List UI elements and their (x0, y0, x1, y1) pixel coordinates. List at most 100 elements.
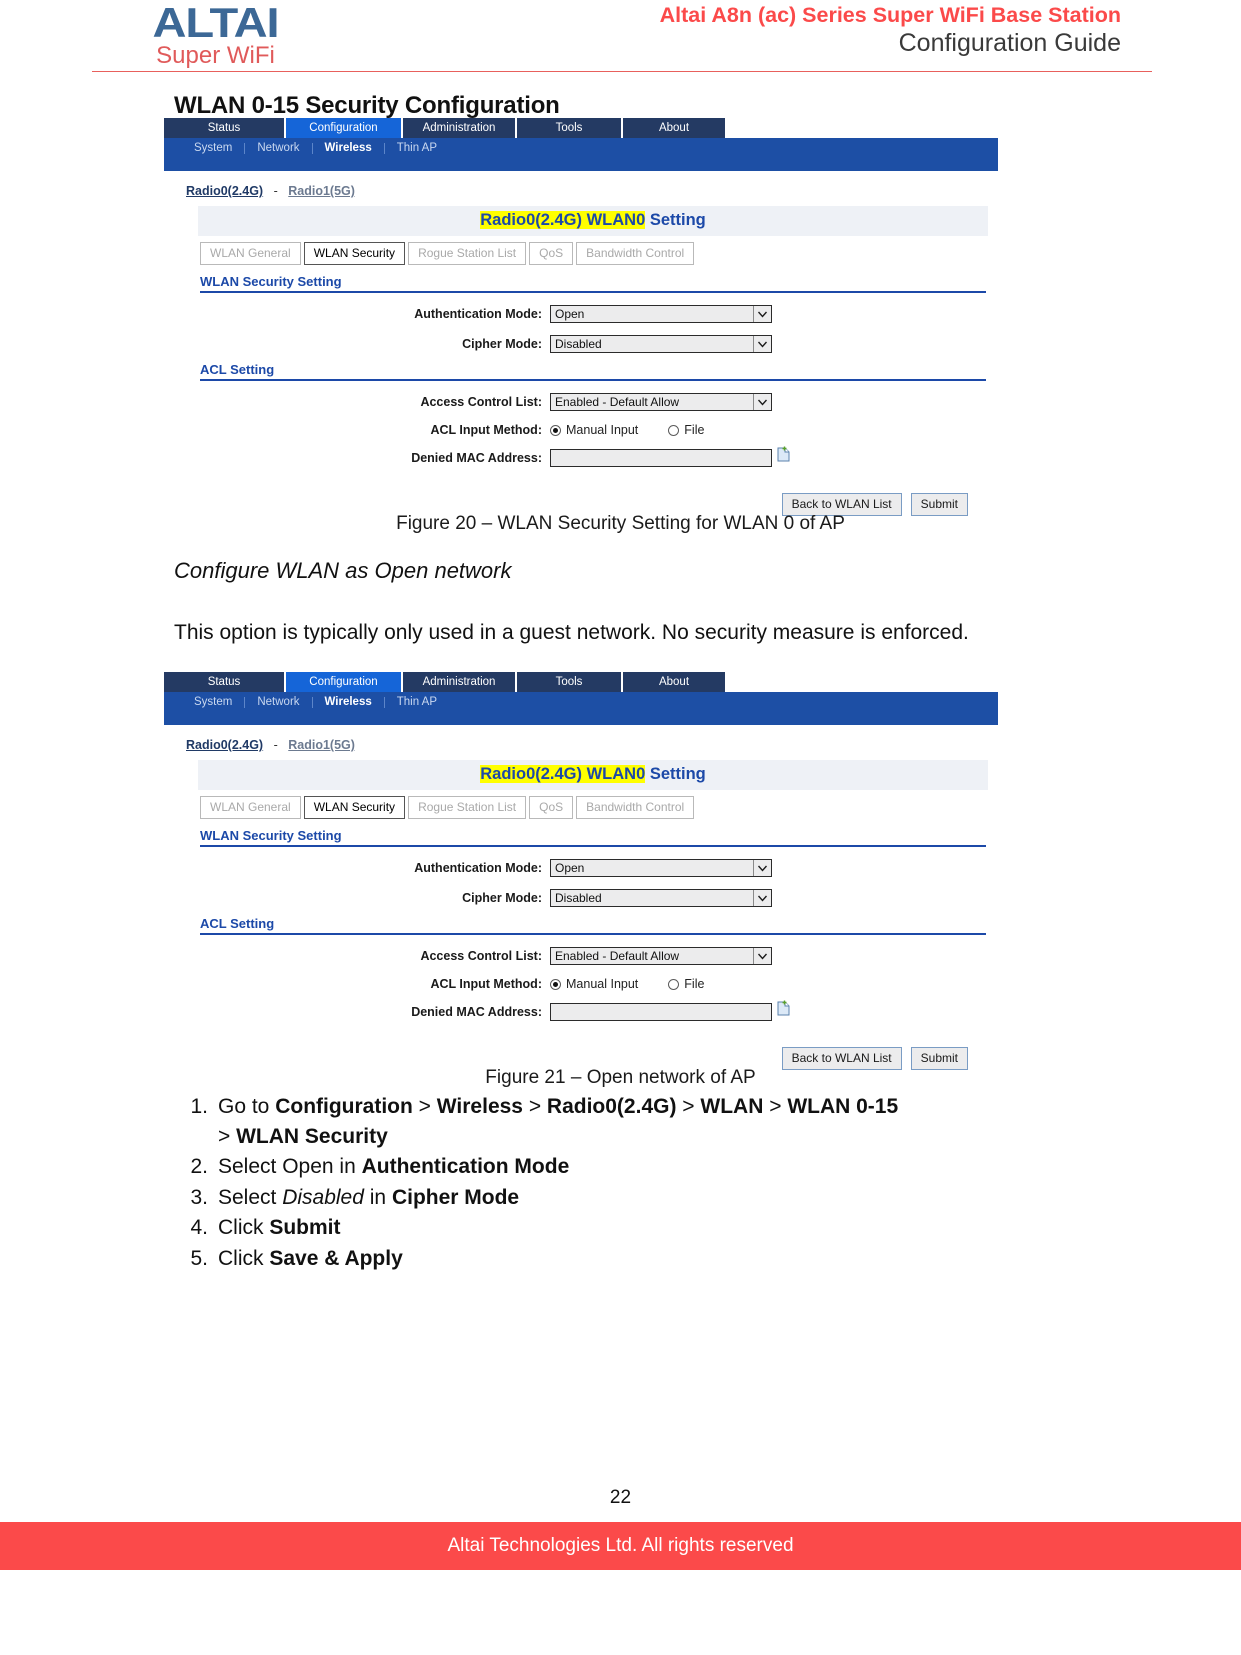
nav-tab-about[interactable]: About (623, 118, 725, 138)
subtab-rogue-station-list[interactable]: Rogue Station List (408, 796, 527, 819)
radio0-link[interactable]: Radio0(2.4G) (186, 184, 263, 198)
subnav-item-network[interactable]: Network (245, 692, 311, 712)
panel-title: Radio0(2.4G) WLAN0 Setting (198, 760, 988, 790)
page-footer: Altai Technologies Ltd. All rights reser… (0, 1522, 1241, 1570)
subnav-item-thin-ap[interactable]: Thin AP (385, 692, 449, 712)
figure-20-caption: Figure 20 – WLAN Security Setting for WL… (396, 513, 845, 534)
subtab-qos[interactable]: QoS (529, 242, 574, 265)
footer-copyright-text: Altai Technologies Ltd. All rights reser… (447, 1535, 794, 1556)
subnav-item-system[interactable]: System (182, 692, 244, 712)
radio-button-icon[interactable] (668, 978, 680, 990)
list-item: 5. Click Save & Apply (174, 1244, 1014, 1274)
sub-nav-spacer (164, 158, 998, 171)
nav-tab-tools[interactable]: Tools (517, 672, 621, 692)
radio1-link[interactable]: Radio1(5G) (288, 738, 355, 752)
nav-tab-administration[interactable]: Administration (403, 118, 515, 138)
auth-mode-select[interactable]: Open (550, 305, 772, 323)
nav-tab-configuration[interactable]: Configuration (286, 118, 401, 138)
radio1-link[interactable]: Radio1(5G) (288, 184, 355, 198)
nav-tab-configuration[interactable]: Configuration (286, 672, 401, 692)
nav-tab-status[interactable]: Status (164, 672, 284, 692)
add-document-icon[interactable] (776, 446, 791, 463)
document-subtitle: Configuration Guide (898, 29, 1121, 57)
access-control-list-select[interactable]: Enabled - Default Allow (550, 393, 772, 411)
chevron-down-icon[interactable] (753, 306, 771, 322)
acl-input-method-manual-label: Manual Input (566, 423, 639, 437)
nav-tab-administration[interactable]: Administration (403, 672, 515, 692)
acl-input-method-label: ACL Input Method: (430, 423, 542, 437)
access-control-list-value: Enabled - Default Allow (555, 949, 680, 963)
panel-title-suffix: Setting (645, 211, 706, 229)
cipher-mode-select[interactable]: Disabled (550, 889, 772, 907)
access-control-list-label: Access Control List: (420, 949, 542, 963)
radio0-link[interactable]: Radio0(2.4G) (186, 738, 263, 752)
acl-input-method-file-label: File (684, 977, 705, 991)
sub-nav-bar: System Network Wireless Thin AP (164, 692, 998, 712)
acl-input-method-manual-option[interactable]: Manual Input (550, 977, 638, 991)
subtab-bandwidth-control[interactable]: Bandwidth Control (576, 242, 695, 265)
subnav-item-system[interactable]: System (182, 138, 244, 158)
subtab-rogue-station-list[interactable]: Rogue Station List (408, 242, 527, 265)
subtab-qos[interactable]: QoS (529, 796, 574, 819)
subnav-item-network[interactable]: Network (245, 138, 311, 158)
acl-input-method-label: ACL Input Method: (430, 977, 542, 991)
subtab-wlan-general[interactable]: WLAN General (200, 796, 301, 819)
auth-mode-label: Authentication Mode: (414, 861, 542, 875)
chevron-down-icon[interactable] (753, 394, 771, 410)
nav-tab-status[interactable]: Status (164, 118, 284, 138)
cipher-mode-label: Cipher Mode: (462, 337, 542, 351)
cipher-mode-value: Disabled (555, 891, 602, 905)
acl-input-method-file-label: File (684, 423, 705, 437)
screenshot-wlan-security-figure21: Status Configuration Administration Tool… (164, 672, 998, 1092)
denied-mac-label: Denied MAC Address: (411, 451, 542, 465)
radio-button-icon[interactable] (550, 978, 561, 990)
nav-tab-tools[interactable]: Tools (517, 118, 621, 138)
denied-mac-input[interactable] (550, 449, 772, 467)
acl-group-label: ACL Setting (200, 362, 275, 377)
page-title: WLAN 0-15 Security Configuration (174, 92, 560, 119)
subnav-item-wireless[interactable]: Wireless (313, 692, 384, 712)
subtab-wlan-security[interactable]: WLAN Security (303, 242, 406, 265)
chevron-down-icon[interactable] (753, 860, 771, 876)
subtab-wlan-general[interactable]: WLAN General (200, 242, 301, 265)
subnav-item-thin-ap[interactable]: Thin AP (385, 138, 449, 158)
nav-tab-about[interactable]: About (623, 672, 725, 692)
acl-input-method-file-option[interactable]: File (668, 423, 704, 437)
radio-button-icon[interactable] (550, 424, 561, 436)
subnav-item-wireless[interactable]: Wireless (313, 138, 384, 158)
main-nav-bar: Status Configuration Administration Tool… (164, 672, 998, 692)
access-control-list-row: Access Control List: Enabled - Default A… (198, 947, 988, 965)
denied-mac-input[interactable] (550, 1003, 772, 1021)
wlan-security-group-label: WLAN Security Setting (200, 274, 342, 289)
cipher-mode-label: Cipher Mode: (462, 891, 542, 905)
chevron-down-icon[interactable] (753, 948, 771, 964)
wlan-security-group-label: WLAN Security Setting (200, 828, 342, 843)
access-control-list-row: Access Control List: Enabled - Default A… (198, 393, 988, 411)
auth-mode-value: Open (555, 307, 585, 321)
list-item: 3. Select Disabled in Cipher Mode (174, 1183, 1014, 1213)
access-control-list-select[interactable]: Enabled - Default Allow (550, 947, 772, 965)
chevron-down-icon[interactable] (753, 336, 771, 352)
add-document-icon[interactable] (776, 1000, 791, 1017)
figure-21-caption: Figure 21 – Open network of AP (485, 1067, 756, 1088)
subtab-bandwidth-control[interactable]: Bandwidth Control (576, 796, 695, 819)
acl-input-method-file-option[interactable]: File (668, 977, 704, 991)
acl-input-method-manual-option[interactable]: Manual Input (550, 423, 638, 437)
radio-selector-links: Radio0(2.4G) - Radio1(5G) (164, 171, 998, 206)
cipher-mode-row: Cipher Mode: Disabled (198, 889, 988, 907)
subtab-wlan-security[interactable]: WLAN Security (303, 796, 406, 819)
radio-button-icon[interactable] (668, 424, 680, 436)
cipher-mode-select[interactable]: Disabled (550, 335, 772, 353)
settings-subtab-strip: WLAN General WLAN Security Rogue Station… (198, 236, 988, 265)
auth-mode-label: Authentication Mode: (414, 307, 542, 321)
chevron-down-icon[interactable] (753, 890, 771, 906)
altai-logo: ALTAI Super WiFi (98, 2, 333, 70)
sub-nav-spacer (164, 712, 998, 725)
panel-title: Radio0(2.4G) WLAN0 Setting (198, 206, 988, 236)
auth-mode-row: Authentication Mode: Open (198, 305, 988, 323)
denied-mac-label: Denied MAC Address: (411, 1005, 542, 1019)
denied-mac-row: Denied MAC Address: (198, 1000, 988, 1021)
page-number: 22 (609, 1487, 632, 1508)
auth-mode-select[interactable]: Open (550, 859, 772, 877)
nav-bar-filler (727, 118, 998, 138)
